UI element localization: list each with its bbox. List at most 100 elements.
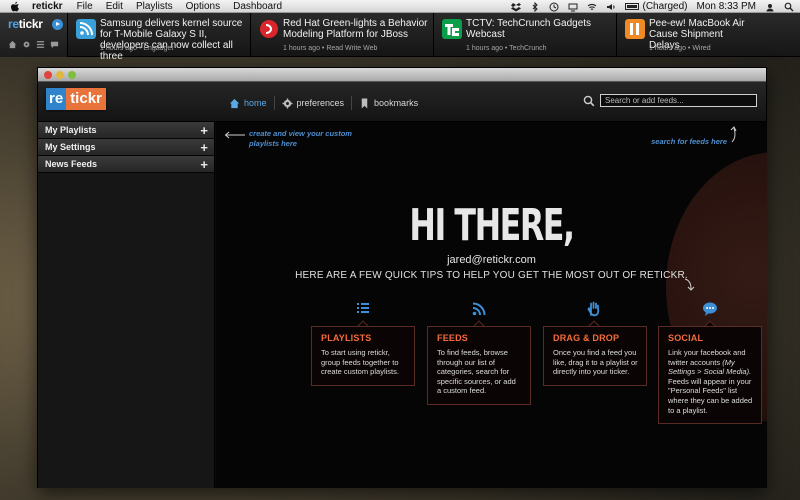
home-icon: [229, 98, 240, 108]
gear-icon[interactable]: [22, 40, 31, 49]
sidebar-item-my-settings[interactable]: My Settings +: [38, 139, 214, 156]
menu-edit[interactable]: Edit: [106, 1, 123, 12]
hand-icon: [587, 301, 600, 317]
ticker-brand: retickr: [0, 13, 68, 57]
minimize-window-button[interactable]: [56, 71, 64, 79]
ticker-logo-re: re: [8, 17, 19, 31]
search-input[interactable]: [600, 94, 757, 107]
chat-bubble-icon[interactable]: [50, 40, 59, 49]
volume-icon[interactable]: [606, 2, 616, 12]
sidebar-item-news-feeds[interactable]: News Feeds +: [38, 156, 214, 173]
close-window-button[interactable]: [44, 71, 52, 79]
ticker-bar: retickr Samsung delivers kernel source f…: [0, 13, 800, 62]
hint-playlists: create and view your custom playlists he…: [249, 129, 352, 148]
user-email: jared@retickr.com: [447, 254, 536, 266]
tip-card-text: Once you find a feed you like, drag it t…: [553, 348, 638, 377]
readwriteweb-icon: [260, 20, 278, 38]
bookmark-icon: [361, 97, 368, 109]
tip-card-playlists: PLAYLISTS To start using retickr, group …: [311, 326, 415, 386]
menu-bar: retickr File Edit Playlists Options Dash…: [0, 0, 800, 13]
nav-preferences[interactable]: preferences: [275, 95, 352, 111]
sidebar-item-my-playlists[interactable]: My Playlists +: [38, 122, 214, 139]
tip-card-text: Link your facebook and twitter accounts …: [668, 348, 753, 415]
ticker-headline: Red Hat Green-lights a Behavior Modeling…: [283, 18, 428, 40]
battery-label: (Charged): [642, 1, 688, 12]
battery-icon: [625, 3, 640, 10]
ticker-item[interactable]: Pee-ew! MacBook Air Cause Shipment Delay…: [617, 13, 747, 57]
app-logo-tickr: tickr: [66, 88, 106, 110]
app-header: re tickr home preferences bookmarks: [38, 82, 766, 122]
sidebar: My Playlists + My Settings + News Feeds …: [38, 122, 215, 488]
list-icon[interactable]: [36, 40, 45, 49]
ticker-meta: 1 hours ago • Read Write Web: [283, 45, 378, 52]
tip-card-text: To start using retickr, group feeds toge…: [321, 348, 399, 377]
tip-card-drag-drop: DRAG & DROP Once you find a feed you lik…: [543, 326, 647, 386]
wifi-icon[interactable]: [587, 2, 597, 12]
menu-playlists[interactable]: Playlists: [136, 1, 173, 12]
ticker-logo-tickr: tickr: [18, 17, 43, 31]
arrow-up-icon: [730, 126, 737, 143]
arrow-left-icon: [224, 131, 245, 139]
ticker-item[interactable]: Red Hat Green-lights a Behavior Modeling…: [251, 13, 434, 57]
arrow-down-icon: [684, 278, 695, 291]
tip-text-part: Feeds will appear in your "Personal Feed…: [668, 376, 753, 415]
ticker-item[interactable]: TCTV: TechCrunch Gadgets Webcast 1 hours…: [434, 13, 617, 57]
hint-search: search for feeds here: [651, 137, 727, 146]
tip-card-title: FEEDS: [437, 333, 469, 343]
nav-home-label: home: [244, 98, 267, 108]
nav-preferences-label: preferences: [296, 98, 345, 108]
spotlight-search-icon[interactable]: [784, 2, 794, 12]
gear-icon: [281, 97, 293, 109]
welcome-panel: create and view your custom playlists he…: [216, 122, 767, 488]
window-titlebar[interactable]: [38, 68, 766, 82]
add-icon[interactable]: +: [200, 141, 208, 154]
menu-app-name[interactable]: retickr: [32, 1, 63, 12]
tip-card-title: DRAG & DROP: [553, 333, 620, 343]
menu-options[interactable]: Options: [186, 1, 220, 12]
nav-bookmarks-label: bookmarks: [374, 98, 419, 108]
welcome-title: HI THERE,: [409, 200, 575, 251]
add-icon[interactable]: +: [200, 124, 208, 137]
menu-dashboard[interactable]: Dashboard: [233, 1, 282, 12]
add-icon[interactable]: +: [200, 158, 208, 171]
nav-home[interactable]: home: [222, 95, 274, 111]
home-icon[interactable]: [8, 40, 17, 49]
tip-card-text: To find feeds, browse through our list o…: [437, 348, 516, 396]
battery-status[interactable]: (Charged): [625, 1, 688, 12]
tip-card-title: PLAYLISTS: [321, 333, 372, 343]
user-icon[interactable]: [765, 2, 775, 12]
app-window: retickr home preferences bookmarks M: [37, 67, 767, 488]
time-machine-icon[interactable]: [549, 2, 559, 12]
ticker-item[interactable]: Samsung delivers kernel source for T-Mob…: [68, 13, 251, 62]
rss-icon: [472, 302, 486, 316]
menu-clock[interactable]: Mon 8:33 PM: [697, 1, 756, 12]
app-logo-re: re: [46, 88, 67, 110]
tip-card-title: SOCIAL: [668, 333, 704, 343]
rss-icon: [76, 19, 96, 39]
sidebar-item-label: My Settings: [45, 142, 96, 152]
menu-file[interactable]: File: [77, 1, 93, 12]
chat-bubble-icon: [703, 302, 717, 316]
ticker-meta: 1 hours ago • TechCrunch: [466, 45, 547, 52]
techcrunch-icon: [442, 19, 462, 39]
tip-card-feeds: FEEDS To find feeds, browse through our …: [427, 326, 531, 405]
tip-card-social: SOCIAL Link your facebook and twitter ac…: [658, 326, 762, 425]
ticker-play-icon[interactable]: [52, 19, 63, 30]
search-area: [583, 94, 757, 107]
dropbox-icon[interactable]: [511, 2, 522, 12]
ticker-headline: Samsung delivers kernel source for T-Mob…: [100, 18, 243, 62]
sidebar-item-label: My Playlists: [45, 125, 97, 135]
zoom-window-button[interactable]: [68, 71, 76, 79]
search-icon[interactable]: [583, 95, 595, 107]
display-icon[interactable]: [568, 2, 578, 12]
ticker-meta: 1 hours ago • Wired: [649, 45, 711, 52]
list-icon: [357, 303, 369, 313]
bluetooth-icon[interactable]: [530, 1, 540, 12]
wired-icon: [625, 19, 645, 39]
main-nav: home preferences bookmarks: [222, 95, 425, 111]
app-logo[interactable]: re tickr: [46, 88, 106, 110]
nav-bookmarks[interactable]: bookmarks: [352, 95, 425, 111]
ticker-logo[interactable]: retickr: [8, 17, 43, 31]
sidebar-item-label: News Feeds: [45, 159, 98, 169]
apple-icon[interactable]: [10, 1, 20, 12]
